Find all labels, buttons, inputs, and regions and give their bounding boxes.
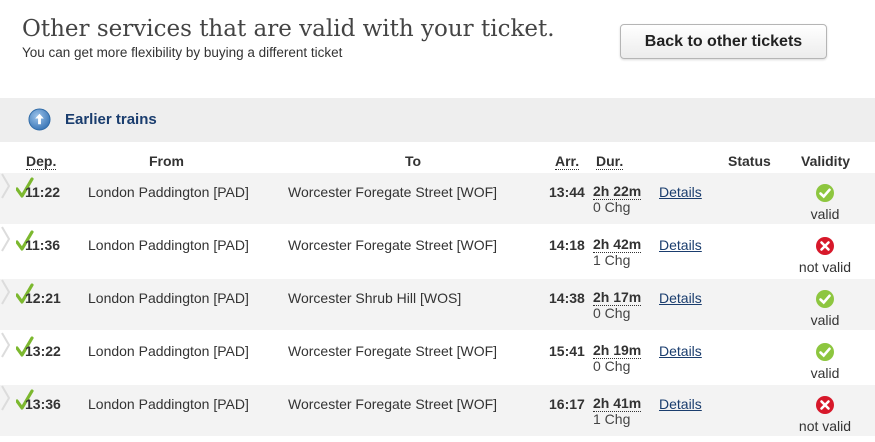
valid-check-icon: [816, 343, 834, 361]
arrival-time: 14:18: [549, 237, 585, 253]
departure-time: 13:22: [25, 343, 61, 359]
destination-station: Worcester Foregate Street [WOF]: [288, 237, 498, 253]
changes-count: 0 Chg: [593, 199, 631, 215]
column-header-dur: Dur.: [596, 153, 624, 170]
origin-station: London Paddington [PAD]: [88, 343, 249, 359]
arrow-up-circle-icon[interactable]: [28, 108, 51, 131]
changes-count: 0 Chg: [593, 358, 631, 374]
chevron-right-icon: [1, 173, 11, 199]
back-to-other-tickets-button[interactable]: Back to other tickets: [620, 24, 827, 59]
origin-station: London Paddington [PAD]: [88, 290, 249, 306]
departure-time: 11:22: [25, 184, 61, 200]
arrival-time: 13:44: [549, 184, 585, 200]
earlier-trains-bar[interactable]: Earlier trains: [0, 98, 875, 142]
arrival-time: 15:41: [549, 343, 585, 359]
validity-text: valid: [810, 365, 840, 381]
earlier-trains-link[interactable]: Earlier trains: [65, 111, 157, 128]
page-subtitle: You can get more flexibility by buying a…: [22, 45, 343, 60]
departure-time: 11:36: [25, 237, 61, 253]
column-header-arr: Arr.: [555, 153, 580, 170]
chevron-right-icon: [1, 385, 11, 411]
journey-duration: 2h 22m: [593, 183, 642, 200]
not-valid-cross-icon: [816, 396, 834, 414]
changes-count: 0 Chg: [593, 305, 631, 321]
train-row: 13:36 London Paddington [PAD] Worcester …: [0, 385, 875, 436]
column-header-from: From: [149, 153, 184, 169]
train-row: 12:21 London Paddington [PAD] Worcester …: [0, 279, 875, 330]
details-link[interactable]: Details: [659, 184, 702, 200]
changes-count: 1 Chg: [593, 252, 631, 268]
validity-text: valid: [810, 206, 840, 222]
journey-duration: 2h 41m: [593, 395, 642, 412]
column-header-validity: Validity: [801, 153, 851, 169]
journey-duration: 2h 17m: [593, 289, 642, 306]
train-row: 11:36 London Paddington [PAD] Worcester …: [0, 226, 875, 277]
arrival-time: 16:17: [549, 396, 585, 412]
valid-check-icon: [816, 290, 834, 308]
origin-station: London Paddington [PAD]: [88, 396, 249, 412]
journey-duration: 2h 19m: [593, 342, 642, 359]
validity-text: not valid: [798, 418, 852, 434]
origin-station: London Paddington [PAD]: [88, 184, 249, 200]
not-valid-cross-icon: [816, 237, 834, 255]
destination-station: Worcester Shrub Hill [WOS]: [288, 290, 462, 306]
chevron-right-icon: [1, 279, 11, 305]
changes-count: 1 Chg: [593, 411, 631, 427]
train-row: 13:22 London Paddington [PAD] Worcester …: [0, 332, 875, 383]
destination-station: Worcester Foregate Street [WOF]: [288, 343, 498, 359]
origin-station: London Paddington [PAD]: [88, 237, 249, 253]
departure-time: 12:21: [25, 290, 61, 306]
details-link[interactable]: Details: [659, 290, 702, 306]
details-link[interactable]: Details: [659, 396, 702, 412]
arrival-time: 14:38: [549, 290, 585, 306]
page-header: Other services that are valid with your …: [0, 0, 875, 98]
column-header-status: Status: [728, 153, 771, 169]
column-header-to: To: [405, 153, 422, 169]
destination-station: Worcester Foregate Street [WOF]: [288, 184, 498, 200]
details-link[interactable]: Details: [659, 237, 702, 253]
destination-station: Worcester Foregate Street [WOF]: [288, 396, 498, 412]
valid-check-icon: [816, 184, 834, 202]
train-row: 11:22 London Paddington [PAD] Worcester …: [0, 173, 875, 224]
chevron-right-icon: [1, 332, 11, 358]
table-header: Dep. From To Arr. Dur. Status Validity: [0, 150, 875, 172]
journey-duration: 2h 42m: [593, 236, 642, 253]
page-title: Other services that are valid with your …: [22, 16, 555, 42]
column-header-dep: Dep.: [26, 153, 57, 170]
details-link[interactable]: Details: [659, 343, 702, 359]
validity-text: not valid: [798, 259, 852, 275]
departure-time: 13:36: [25, 396, 61, 412]
validity-text: valid: [810, 312, 840, 328]
chevron-right-icon: [1, 226, 11, 252]
